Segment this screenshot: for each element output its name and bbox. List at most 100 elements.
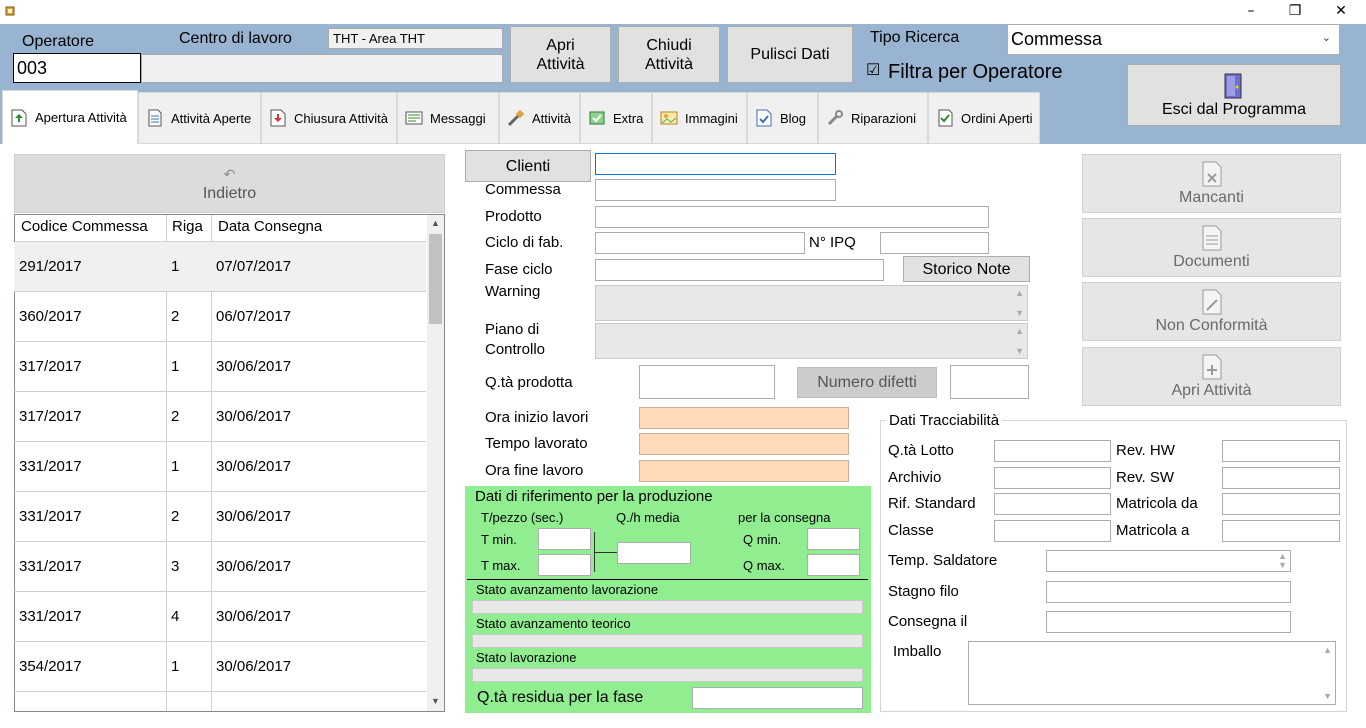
table-row[interactable]: 317/2017 1 30/06/2017: [14, 342, 426, 392]
storico-note-button[interactable]: Storico Note: [903, 256, 1030, 282]
clienti-button[interactable]: Clienti: [465, 150, 591, 182]
table-row[interactable]: 354/2017 1 30/06/2017: [14, 642, 426, 692]
cell-codice: 331/2017: [19, 558, 82, 575]
images-icon: [660, 111, 678, 125]
apri-attivita-header-button[interactable]: Apri Attività: [510, 26, 611, 83]
message-icon: [405, 111, 423, 125]
rif-standard-input[interactable]: [994, 493, 1111, 515]
tipo-ricerca-select[interactable]: Commessa ⌄: [1007, 24, 1340, 55]
ipq-label: N° IPQ: [809, 234, 856, 251]
ora-fine-input[interactable]: [639, 460, 849, 482]
operatore-input[interactable]: 003: [13, 53, 141, 83]
qta-residua-label: Q.tà residua per la fase: [477, 689, 644, 706]
tab-attivita[interactable]: Attività: [499, 92, 580, 144]
chevron-down-icon: ⌄: [1321, 32, 1331, 44]
ora-inizio-input[interactable]: [639, 407, 849, 429]
tab-blog[interactable]: Blog: [747, 92, 818, 144]
column-header[interactable]: Data Consegna: [218, 218, 322, 235]
fase-input[interactable]: [595, 259, 884, 281]
cell-codice: 317/2017: [19, 408, 82, 425]
tab-immagini[interactable]: Immagini: [652, 92, 747, 144]
mancanti-button[interactable]: Mancanti: [1082, 154, 1341, 213]
stagno-label: Stagno filo: [888, 583, 959, 600]
rev-sw-input[interactable]: [1222, 467, 1340, 489]
table-row[interactable]: 331/2017 2 30/06/2017: [14, 492, 426, 542]
archivio-input[interactable]: [994, 467, 1111, 489]
pulisci-dati-button[interactable]: Pulisci Dati: [727, 26, 853, 83]
tab-riparazioni[interactable]: Riparazioni: [818, 92, 928, 144]
centro-input[interactable]: THT - Area THT: [328, 28, 503, 49]
documenti-button[interactable]: Documenti: [1082, 218, 1341, 277]
classe-input[interactable]: [994, 520, 1111, 542]
qta-prodotta-input[interactable]: [639, 365, 775, 399]
qta-lotto-input[interactable]: [994, 440, 1111, 462]
table-row[interactable]: 331/2017 3 30/06/2017: [14, 542, 426, 592]
matricola-a-input[interactable]: [1222, 520, 1340, 542]
tempo-lavorato-input[interactable]: [639, 433, 849, 455]
table-row[interactable]: 317/2017 2 30/06/2017: [14, 392, 426, 442]
tab-extra[interactable]: Extra: [580, 92, 652, 144]
tab-apertura-attivita[interactable]: Apertura Attività: [2, 90, 138, 144]
apri-attivita-button[interactable]: Apri Attività: [1082, 347, 1341, 406]
table-row[interactable]: 331/2017 1 30/06/2017: [14, 442, 426, 492]
tab-messaggi[interactable]: Messaggi: [397, 92, 499, 144]
archivio-label: Archivio: [888, 469, 942, 486]
clienti-input[interactable]: [595, 153, 836, 175]
tmax-input[interactable]: [538, 554, 591, 576]
exit-door-icon: [1224, 73, 1242, 98]
filtra-checkbox[interactable]: ☑: [866, 60, 880, 80]
minimize-button[interactable]: –: [1228, 0, 1274, 22]
esci-button[interactable]: Esci dal Programma: [1127, 64, 1341, 126]
table-row[interactable]: 360/2017 2 06/07/2017: [14, 292, 426, 342]
tab-chiusura-attivita[interactable]: Chiusura Attività: [261, 92, 397, 144]
cell-data: 30/06/2017: [216, 658, 292, 675]
tempo-lavorato-label: Tempo lavorato: [485, 435, 588, 452]
commessa-input[interactable]: [595, 179, 836, 201]
consegna-il-input[interactable]: [1046, 611, 1291, 633]
matricola-da-input[interactable]: [1222, 493, 1340, 515]
chiudi-attivita-button[interactable]: Chiudi Attività: [618, 26, 720, 83]
column-header[interactable]: Riga: [172, 218, 203, 235]
stagno-input[interactable]: [1046, 581, 1291, 603]
table-scrollbar[interactable]: ▲ ▼: [427, 215, 444, 711]
qta-residua-input[interactable]: [692, 687, 863, 709]
non-conformita-label: Non Conformità: [1155, 317, 1268, 334]
prodotto-input[interactable]: [595, 206, 989, 228]
add-doc-icon: [1202, 354, 1221, 380]
tmin-input[interactable]: [538, 528, 591, 550]
scroll-thumb[interactable]: [429, 234, 442, 324]
temp-saldatore-spinner[interactable]: ▲ ▼: [1046, 550, 1291, 572]
table-row[interactable]: 291/2017 1 07/07/2017: [14, 242, 426, 292]
cell-codice: 331/2017: [19, 608, 82, 625]
maximize-button[interactable]: ❐: [1272, 0, 1318, 22]
tab-label: Extra: [613, 110, 644, 126]
scroll-up-icon[interactable]: ▲: [427, 215, 444, 232]
scroll-down-icon[interactable]: ▼: [427, 693, 444, 710]
qmin-input[interactable]: [807, 528, 860, 550]
upload-doc-icon: [11, 109, 27, 126]
cell-data: 30/06/2017: [216, 358, 292, 375]
warning-textarea[interactable]: ▲ ▼: [595, 285, 1028, 321]
qmax-input[interactable]: [807, 554, 860, 576]
cell-riga: 1: [171, 658, 180, 675]
qh-input[interactable]: [617, 542, 691, 564]
tab-ordini-aperti[interactable]: Ordini Aperti: [928, 92, 1040, 144]
cell-data: 06/07/2017: [216, 308, 292, 325]
indietro-button[interactable]: ↶ Indietro: [14, 154, 445, 213]
imballo-textarea[interactable]: ▲ ▼: [968, 641, 1336, 705]
ipq-input[interactable]: [880, 232, 989, 254]
column-header[interactable]: Codice Commessa: [21, 218, 148, 235]
extra-icon: [589, 111, 605, 125]
ciclo-input[interactable]: [595, 232, 805, 254]
tab-attivita-aperte[interactable]: Attività Aperte: [138, 92, 261, 144]
rev-hw-label: Rev. HW: [1116, 442, 1175, 459]
table-row[interactable]: 331/2017 4 30/06/2017: [14, 592, 426, 642]
numero-difetti-input[interactable]: [950, 365, 1029, 399]
numero-difetti-button[interactable]: Numero difetti: [797, 367, 937, 398]
stato-av-teo-label: Stato avanzamento teorico: [476, 616, 631, 631]
piano-controllo-textarea[interactable]: ▲ ▼: [595, 323, 1028, 359]
rev-hw-input[interactable]: [1222, 440, 1340, 462]
non-conformita-button[interactable]: Non Conformità: [1082, 282, 1341, 341]
close-button[interactable]: ✕: [1318, 0, 1364, 22]
tab-label: Attività Aperte: [171, 110, 252, 126]
